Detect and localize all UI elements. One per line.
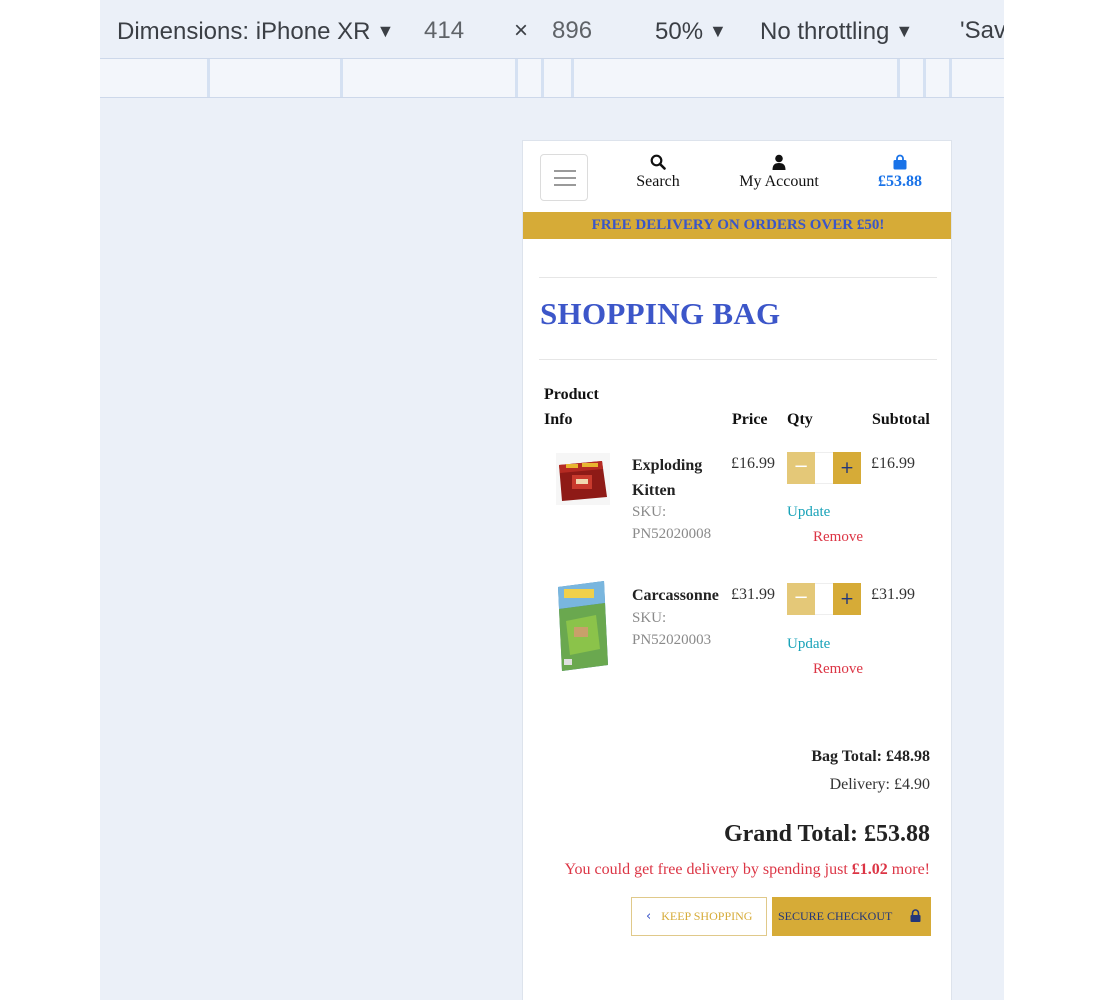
hamburger-icon [554, 170, 576, 172]
devtools-device-toolbar: Dimensions: iPhone XR ▼ 414 × 896 50% ▼ No… [100, 0, 1004, 58]
product-sku: SKU: PN52020003 [632, 607, 711, 651]
device-select-label: Dimensions: iPhone XR [117, 18, 371, 45]
hamburger-icon [554, 184, 576, 186]
zoom-select[interactable]: 50% ▼ [655, 16, 727, 47]
product-name[interactable]: Carcassonne [632, 583, 719, 608]
free-delivery-message: You could get free delivery by spending … [565, 861, 930, 879]
free-delivery-banner: FREE DELIVERY ON ORDERS OVER £50! [523, 212, 951, 239]
bag-total-label: £53.88 [878, 173, 922, 190]
free-delivery-amount: £1.02 [851, 861, 888, 878]
secure-checkout-button[interactable]: SECURE CHECKOUT [772, 897, 931, 936]
search-icon [650, 154, 666, 170]
ruler-marker[interactable] [207, 59, 210, 97]
column-header-subtotal: Subtotal [872, 411, 930, 428]
device-select[interactable]: Dimensions: iPhone XR ▼ [117, 16, 394, 47]
qty-increment-button[interactable]: + [833, 452, 861, 484]
product-sku-label: SKU: [632, 610, 667, 626]
ruler-marker[interactable] [340, 59, 343, 97]
ruler-marker[interactable] [541, 59, 544, 97]
quantity-stepper: − + [787, 583, 861, 615]
times-icon: × [514, 17, 529, 44]
zoom-select-label: 50% [655, 18, 704, 45]
save-data-select[interactable]: 'Sav [960, 16, 1004, 46]
qty-decrement-button[interactable]: − [787, 452, 815, 484]
nav-search-link[interactable]: Search [623, 154, 693, 191]
bag-total: Bag Total: £48.98 [811, 748, 930, 765]
column-header-product-line1: Product [544, 386, 599, 403]
free-delivery-suffix: more! [887, 861, 930, 878]
product-name-line1: Exploding [632, 457, 703, 474]
grand-total: Grand Total: £53.88 [723, 821, 930, 847]
nav-bag-link[interactable]: £53.88 [865, 154, 935, 191]
product-price: £16.99 [731, 455, 775, 472]
product-name-line2: Kitten [632, 482, 676, 499]
nav-account-link[interactable]: My Account [729, 154, 829, 191]
column-header-product: Product Info [544, 382, 599, 432]
emulated-page: Search My Account £53.88 FREE DELIVERY O… [522, 140, 952, 1000]
product-name-line1: Carcassonne [632, 587, 719, 604]
width-input[interactable]: 414 [424, 16, 464, 46]
update-link[interactable]: Update [787, 504, 830, 521]
ruler-marker[interactable] [515, 59, 518, 97]
page-title: SHOPPING BAG [540, 296, 781, 331]
product-sku-label: SKU: [632, 504, 667, 520]
menu-toggle-button[interactable] [540, 154, 588, 201]
triangle-down-icon: ▼ [709, 21, 727, 41]
delivery-cost: Delivery: £4.90 [829, 776, 930, 793]
product-sku-value: PN52020008 [632, 526, 712, 542]
product-sku-value: PN52020003 [632, 632, 712, 648]
chevron-left-icon: ‹ [646, 909, 652, 924]
product-image-exploding-kitten[interactable] [556, 453, 610, 505]
media-query-ruler [100, 58, 1004, 98]
qty-input[interactable] [815, 583, 833, 615]
product-subtotal: £16.99 [871, 455, 915, 472]
height-input[interactable]: 896 [552, 16, 592, 46]
throttling-select[interactable]: No throttling ▼ [760, 16, 913, 47]
triangle-down-icon: ▼ [376, 21, 395, 41]
product-subtotal: £31.99 [871, 586, 915, 603]
keep-shopping-button[interactable]: ‹ KEEP SHOPPING [631, 897, 767, 936]
shopping-bag-icon [893, 154, 907, 170]
qty-increment-button[interactable]: + [833, 583, 861, 615]
free-delivery-prefix: You could get free delivery by spending … [564, 861, 852, 878]
divider [539, 277, 937, 278]
update-link[interactable]: Update [787, 636, 830, 653]
ruler-marker[interactable] [923, 59, 926, 97]
product-price: £31.99 [731, 586, 775, 603]
nav-account-label: My Account [739, 173, 819, 190]
product-sku: SKU: PN52020008 [632, 501, 711, 545]
lock-icon [910, 909, 921, 922]
divider [539, 359, 937, 360]
ruler-marker[interactable] [897, 59, 900, 97]
secure-checkout-label: SECURE CHECKOUT [778, 909, 893, 923]
product-name[interactable]: Exploding Kitten [632, 453, 702, 503]
keep-shopping-label: KEEP SHOPPING [661, 909, 753, 923]
hamburger-icon [554, 177, 576, 179]
column-header-product-line2: Info [544, 411, 573, 428]
remove-link[interactable]: Remove [813, 661, 863, 678]
column-header-price: Price [732, 411, 768, 428]
qty-decrement-button[interactable]: − [787, 583, 815, 615]
throttling-select-label: No throttling [760, 18, 890, 45]
product-image-carcassonne[interactable] [556, 579, 610, 673]
remove-link[interactable]: Remove [813, 529, 863, 546]
ruler-marker[interactable] [571, 59, 574, 97]
quantity-stepper: − + [787, 452, 861, 484]
column-header-qty: Qty [787, 411, 813, 428]
triangle-down-icon: ▼ [895, 21, 914, 41]
qty-input[interactable] [815, 452, 833, 484]
nav-search-label: Search [636, 173, 680, 190]
ruler-marker[interactable] [949, 59, 952, 97]
user-icon [772, 154, 786, 170]
